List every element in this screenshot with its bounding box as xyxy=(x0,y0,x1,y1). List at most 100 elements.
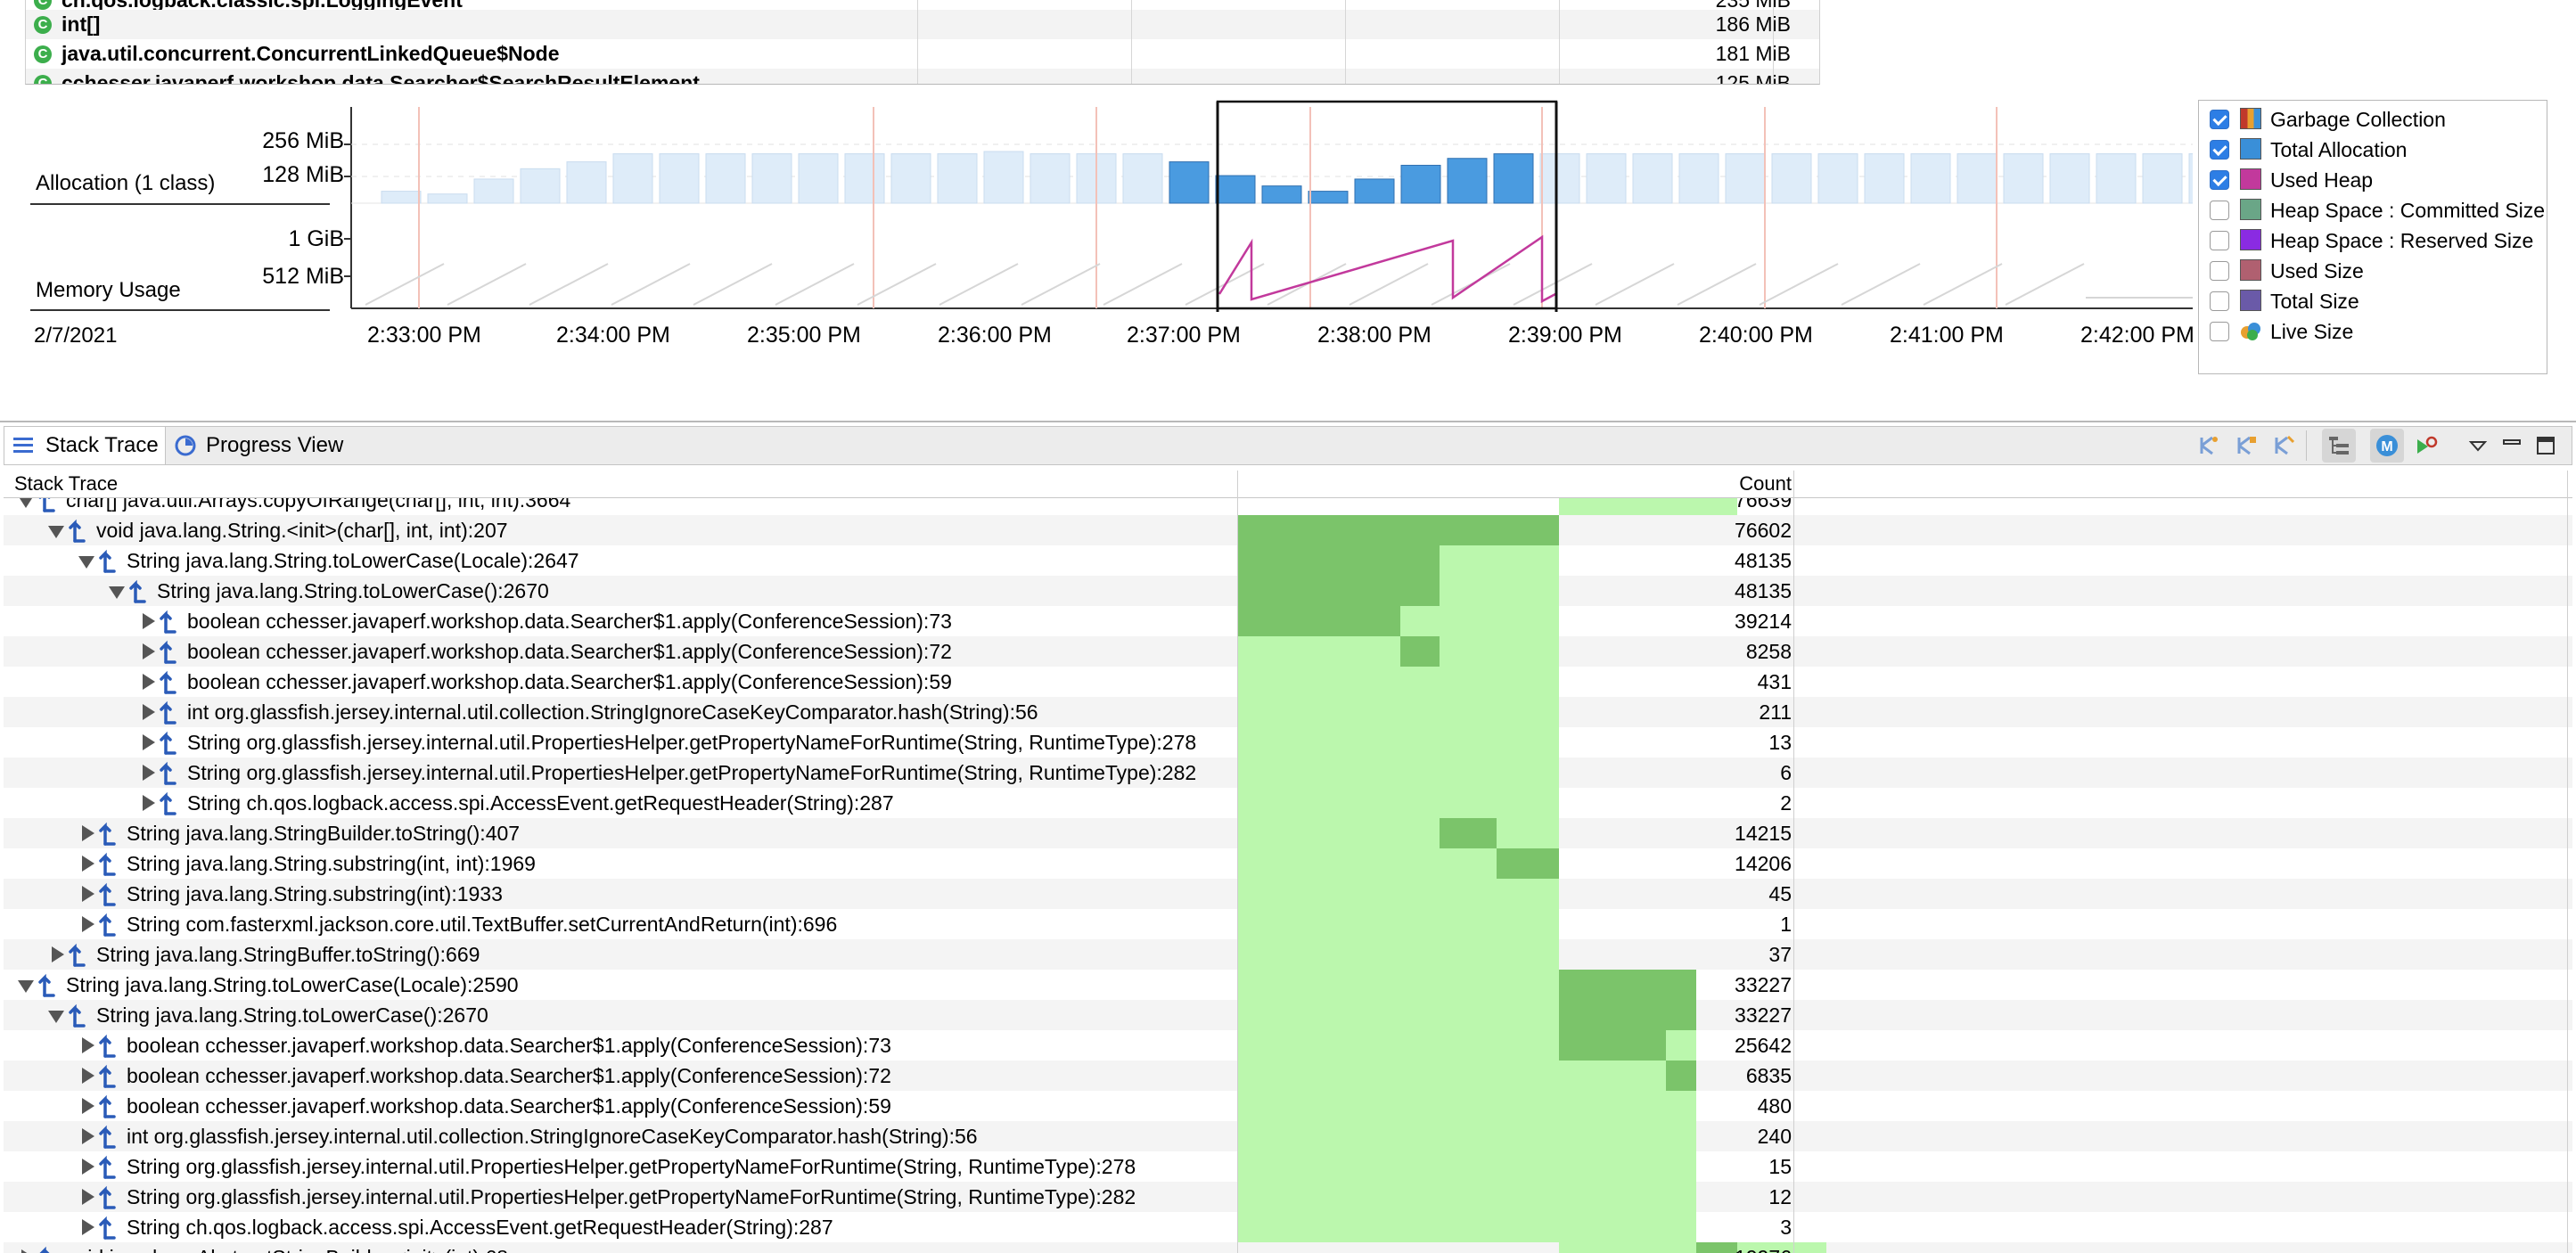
tree-row[interactable]: String java.lang.String.substring(int):1… xyxy=(4,879,2572,909)
expand-toggle[interactable] xyxy=(143,613,155,629)
legend-item[interactable]: Garbage Collection xyxy=(2199,104,2547,135)
class-size: 125 MiB xyxy=(1715,71,1791,85)
column-separator xyxy=(2567,471,2568,1253)
tree-row[interactable]: boolean cchesser.javaperf.workshop.data.… xyxy=(4,636,2572,667)
collapse-all-icon[interactable] xyxy=(2235,434,2258,457)
tree-view-toggle[interactable] xyxy=(2322,429,2356,463)
class-table[interactable]: Cch.qos.logback.classic.spi.LoggingEvent… xyxy=(25,0,1820,85)
tree-row[interactable]: String com.fasterxml.jackson.core.util.T… xyxy=(4,909,2572,939)
legend-item[interactable]: Live Size xyxy=(2199,316,2547,347)
allocation-memory-chart[interactable] xyxy=(339,89,2193,356)
legend-item[interactable]: Used Heap xyxy=(2199,165,2547,195)
group-by-icon[interactable] xyxy=(2272,434,2295,457)
tree-row[interactable]: boolean cchesser.javaperf.workshop.data.… xyxy=(4,1091,2572,1121)
heat-cell-dark xyxy=(1238,576,1440,606)
stack-frame-icon xyxy=(99,822,116,846)
legend-item[interactable]: Heap Space : Reserved Size xyxy=(2199,225,2547,256)
expand-toggle[interactable] xyxy=(82,825,94,841)
expand-toggle[interactable] xyxy=(143,674,155,690)
collapse-toggle[interactable] xyxy=(18,980,34,993)
stack-frame-icon xyxy=(160,761,176,785)
expand-toggle[interactable] xyxy=(143,704,155,720)
tree-row[interactable]: String java.lang.String.substring(int, i… xyxy=(4,848,2572,879)
expand-toggle[interactable] xyxy=(82,1219,94,1235)
expand-all-icon[interactable] xyxy=(2197,434,2220,457)
tree-row[interactable]: String ch.qos.logback.access.spi.AccessE… xyxy=(4,788,2572,818)
expand-toggle[interactable] xyxy=(82,1128,94,1144)
tab-stack-trace[interactable]: Stack Trace xyxy=(4,427,166,464)
tree-row[interactable]: String org.glassfish.jersey.internal.uti… xyxy=(4,1151,2572,1182)
legend-checkbox[interactable] xyxy=(2210,140,2229,160)
legend-checkbox[interactable] xyxy=(2210,291,2229,311)
run-config-icon[interactable] xyxy=(2415,434,2438,457)
expand-toggle[interactable] xyxy=(82,1159,94,1175)
class-row[interactable]: Ccchesser.javaperf.workshop.data.Searche… xyxy=(26,69,1819,85)
tree-row[interactable]: String ch.qos.logback.access.spi.AccessE… xyxy=(4,1212,2572,1242)
minimize-icon[interactable] xyxy=(2500,434,2523,457)
expand-toggle[interactable] xyxy=(143,734,155,750)
stack-frame-count: 211 xyxy=(1759,700,1792,724)
expand-toggle[interactable] xyxy=(82,1068,94,1084)
expand-toggle[interactable] xyxy=(143,643,155,659)
stack-trace-tree[interactable]: char[] java.util.Arrays.copyOfRange(char… xyxy=(4,471,2572,1253)
legend-checkbox[interactable] xyxy=(2210,110,2229,129)
tree-row[interactable]: String java.lang.String.toLowerCase(Loca… xyxy=(4,545,2572,576)
tree-row[interactable]: String java.lang.String.toLowerCase(Loca… xyxy=(4,970,2572,1000)
expand-toggle[interactable] xyxy=(82,1098,94,1114)
tree-row[interactable]: String org.glassfish.jersey.internal.uti… xyxy=(4,727,2572,758)
allocation-bar xyxy=(520,168,561,204)
tree-row[interactable]: boolean cchesser.javaperf.workshop.data.… xyxy=(4,1061,2572,1091)
expand-toggle[interactable] xyxy=(52,946,64,962)
legend-item[interactable]: Total Allocation xyxy=(2199,135,2547,165)
count-column-header[interactable]: Count xyxy=(1558,472,1792,495)
method-distinguish-toggle[interactable]: M xyxy=(2370,429,2404,463)
legend-item[interactable]: Used Size xyxy=(2199,256,2547,286)
expand-toggle[interactable] xyxy=(82,1189,94,1205)
tree-row[interactable]: boolean cchesser.javaperf.workshop.data.… xyxy=(4,606,2572,636)
maximize-icon[interactable] xyxy=(2534,434,2557,457)
stack-frame-label: boolean cchesser.javaperf.workshop.data.… xyxy=(187,610,952,633)
expand-toggle[interactable] xyxy=(21,1249,34,1253)
tree-row[interactable]: boolean cchesser.javaperf.workshop.data.… xyxy=(4,1030,2572,1061)
tree-row[interactable]: String java.lang.String.toLowerCase():26… xyxy=(4,1000,2572,1030)
view-menu-icon[interactable] xyxy=(2466,434,2490,457)
legend-checkbox[interactable] xyxy=(2210,322,2229,341)
tab-progress-view[interactable]: Progress View xyxy=(167,427,349,464)
legend-item[interactable]: Heap Space : Committed Size xyxy=(2199,195,2547,225)
expand-toggle[interactable] xyxy=(82,856,94,872)
tree-row[interactable]: void java.lang.AbstractStringBuilder.<in… xyxy=(4,1242,2572,1253)
tree-row[interactable]: boolean cchesser.javaperf.workshop.data.… xyxy=(4,667,2572,697)
collapse-toggle[interactable] xyxy=(109,586,125,599)
collapse-toggle[interactable] xyxy=(78,556,94,569)
expand-toggle[interactable] xyxy=(143,795,155,811)
tree-row[interactable]: String org.glassfish.jersey.internal.uti… xyxy=(4,1182,2572,1212)
expand-toggle[interactable] xyxy=(143,765,155,781)
tree-row[interactable]: void java.lang.String.<init>(char[], int… xyxy=(4,515,2572,545)
stack-trace-column-header[interactable]: Stack Trace xyxy=(14,472,118,495)
tree-row[interactable]: int org.glassfish.jersey.internal.util.c… xyxy=(4,697,2572,727)
heat-cell xyxy=(1238,970,1559,1000)
heat-cell-dark xyxy=(1238,515,1559,545)
gc-swatch xyxy=(2240,108,2261,129)
class-row[interactable]: Cjava.util.concurrent.ConcurrentLinkedQu… xyxy=(26,39,1819,69)
legend-checkbox[interactable] xyxy=(2210,201,2229,220)
legend-checkbox[interactable] xyxy=(2210,170,2229,190)
tree-row[interactable]: String java.lang.StringBuffer.toString()… xyxy=(4,939,2572,970)
legend-checkbox[interactable] xyxy=(2210,261,2229,281)
expand-toggle[interactable] xyxy=(82,916,94,932)
collapse-toggle[interactable] xyxy=(48,1011,64,1023)
tree-row[interactable]: String java.lang.StringBuilder.toString(… xyxy=(4,818,2572,848)
allocation-bar xyxy=(1771,153,1812,204)
legend-item[interactable]: Total Size xyxy=(2199,286,2547,316)
class-row[interactable]: Cint[] 186 MiB xyxy=(26,10,1819,39)
time-tick-label: 2:40:00 PM xyxy=(1699,323,1813,348)
tree-row[interactable]: int org.glassfish.jersey.internal.util.c… xyxy=(4,1121,2572,1151)
tree-row[interactable]: String org.glassfish.jersey.internal.uti… xyxy=(4,758,2572,788)
expand-toggle[interactable] xyxy=(82,1037,94,1053)
time-tick-label: 2:38:00 PM xyxy=(1317,323,1432,348)
expand-toggle[interactable] xyxy=(82,886,94,902)
legend-checkbox[interactable] xyxy=(2210,231,2229,250)
class-icon: C xyxy=(34,75,52,84)
collapse-toggle[interactable] xyxy=(48,526,64,538)
tree-row[interactable]: String java.lang.String.toLowerCase():26… xyxy=(4,576,2572,606)
